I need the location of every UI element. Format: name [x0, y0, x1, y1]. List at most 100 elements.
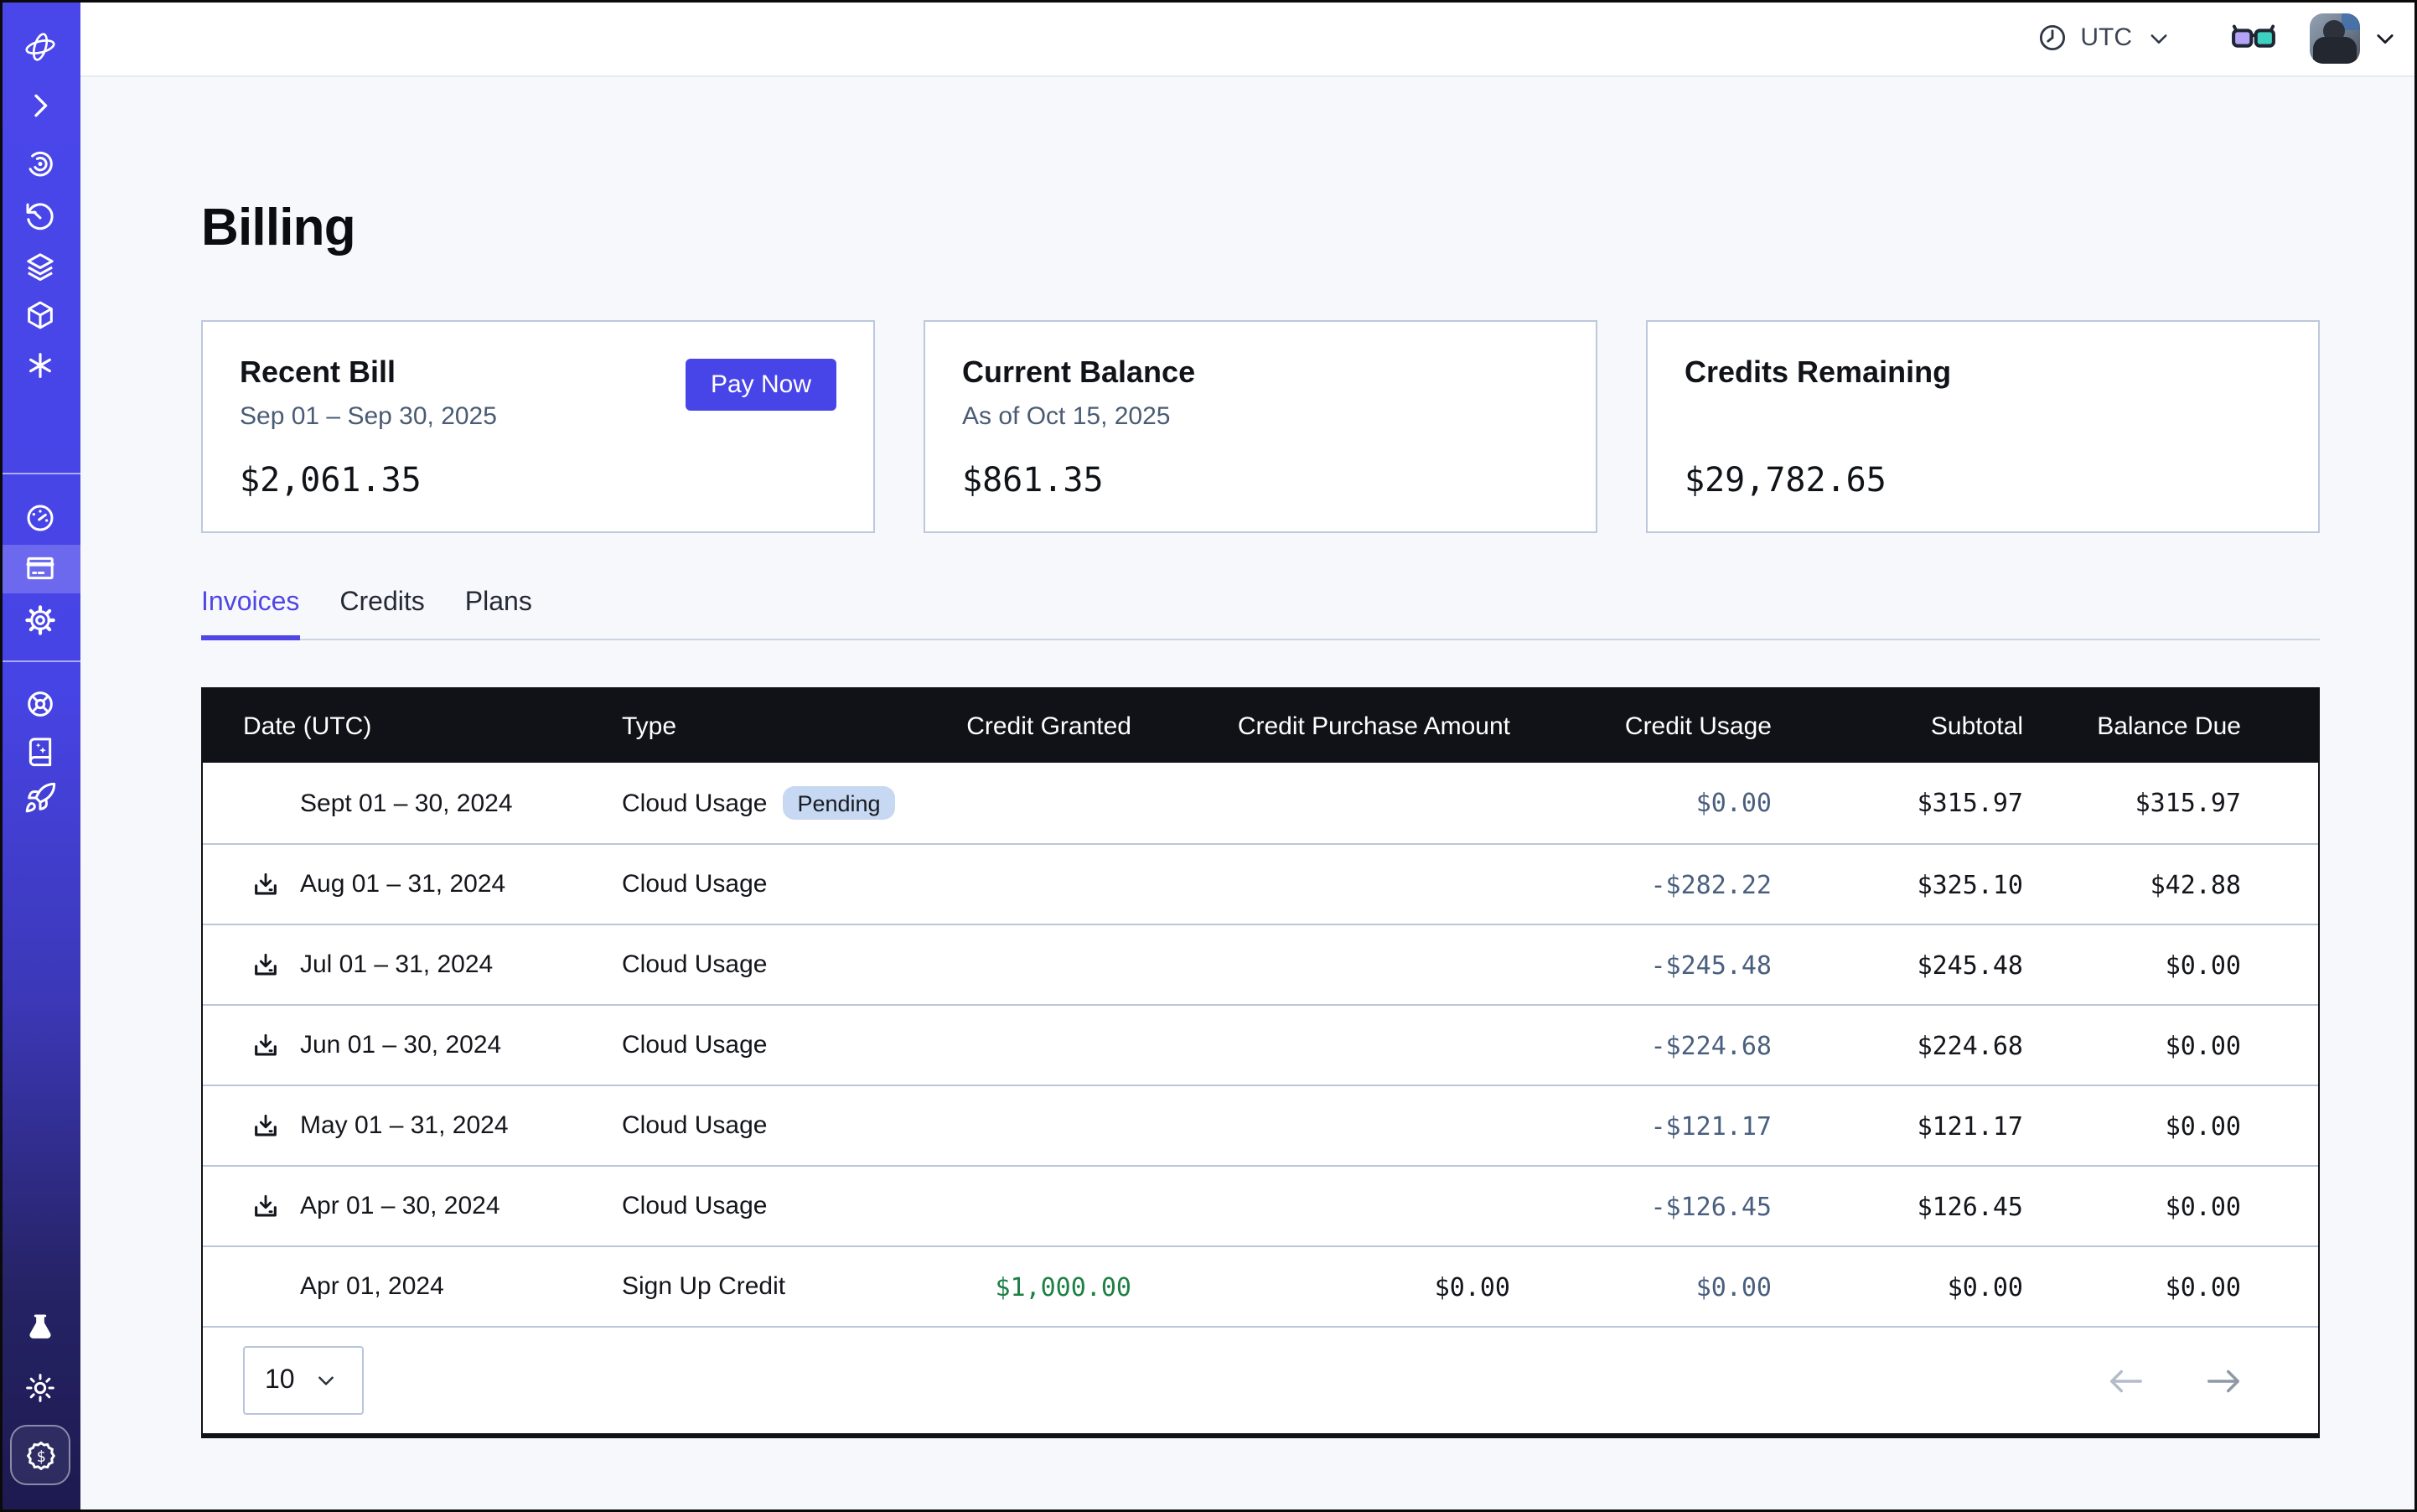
- page-size-select[interactable]: 10: [243, 1346, 364, 1415]
- sun-icon[interactable]: [23, 1371, 57, 1405]
- asterisk-icon[interactable]: [23, 349, 57, 382]
- table-row[interactable]: Jul 01 – 31, 2024 Cloud Usage -$245.48 $…: [203, 924, 2318, 1004]
- billing-tabs: Invoices Credits Plans: [201, 588, 2320, 640]
- credit-usage-value: -$224.68: [1510, 1030, 1772, 1060]
- card-subtitle: [1685, 402, 2281, 432]
- subtotal-value: $315.97: [1772, 788, 2023, 818]
- invoice-date-cell: Apr 01 – 30, 2024: [243, 1192, 622, 1220]
- balance-due-value: $0.00: [2023, 1191, 2241, 1221]
- download-invoice-icon[interactable]: [251, 1111, 280, 1140]
- table-row[interactable]: Aug 01 – 31, 2024 Cloud Usage -$282.22 $…: [203, 843, 2318, 924]
- topbar: UTC: [80, 0, 2417, 77]
- invoice-type: Cloud Usage: [622, 1111, 767, 1140]
- invoice-type: Cloud Usage: [622, 950, 767, 979]
- invoice-type-cell: Cloud Usage: [622, 1192, 907, 1220]
- invoice-type: Cloud Usage: [622, 1031, 767, 1059]
- sidebar-divider: [0, 473, 80, 474]
- svg-text:$: $: [35, 1447, 44, 1465]
- card-title: Credits Remaining: [1685, 355, 2281, 391]
- next-page-arrow-icon[interactable]: [2204, 1367, 2243, 1394]
- balance-due-value: $0.00: [2023, 1111, 2241, 1141]
- tab-invoices[interactable]: Invoices: [201, 588, 299, 639]
- settings-gear-icon[interactable]: [23, 603, 57, 637]
- pagination-arrows: [2107, 1367, 2243, 1394]
- pay-now-button[interactable]: Pay Now: [686, 359, 836, 411]
- card-subtitle: As of Oct 15, 2025: [962, 402, 1559, 432]
- credit-usage-value: -$121.17: [1510, 1111, 1772, 1141]
- download-invoice-icon[interactable]: [251, 870, 280, 898]
- table-row[interactable]: Apr 01 – 30, 2024 Cloud Usage -$126.45 $…: [203, 1165, 2318, 1245]
- orbit-logo-icon[interactable]: [23, 30, 57, 64]
- invoice-date-cell: Jun 01 – 30, 2024: [243, 1031, 622, 1059]
- balance-due-value: $0.00: [2023, 1030, 2241, 1060]
- table-body: Sept 01 – 30, 2024 Cloud Usage Pending $…: [203, 763, 2318, 1326]
- invoice-date: May 01 – 31, 2024: [300, 1111, 509, 1140]
- page-title: Billing: [201, 77, 2417, 260]
- goggles-icon[interactable]: [2231, 21, 2276, 54]
- invoice-date: Sept 01 – 30, 2024: [300, 789, 513, 817]
- history-rewind-icon[interactable]: [23, 201, 57, 235]
- timezone-selector[interactable]: UTC: [2037, 22, 2171, 54]
- download-invoice-icon[interactable]: [251, 950, 280, 979]
- recent-bill-card: Recent Bill Sep 01 – Sep 30, 2025 $2,061…: [201, 320, 875, 533]
- invoice-type: Cloud Usage: [622, 1192, 767, 1220]
- subtotal-value: $121.17: [1772, 1111, 2023, 1141]
- col-type: Type: [622, 712, 907, 740]
- download-invoice-icon[interactable]: [251, 1192, 280, 1220]
- flask-icon[interactable]: [23, 1311, 57, 1344]
- credit-usage-value: -$245.48: [1510, 950, 1772, 980]
- sidebar-expand-chevron-icon[interactable]: [23, 89, 57, 122]
- invoice-date-cell: May 01 – 31, 2024: [243, 1111, 622, 1140]
- invoice-date-cell: Aug 01 – 31, 2024: [243, 870, 622, 898]
- clock-icon: [2037, 22, 2068, 54]
- table-header: Date (UTC) Type Credit Granted Credit Pu…: [203, 689, 2318, 763]
- invoice-type-cell: Cloud Usage: [622, 870, 907, 898]
- layers-icon[interactable]: [23, 250, 57, 283]
- col-date: Date (UTC): [243, 712, 622, 740]
- chevron-down-icon[interactable]: [2373, 26, 2397, 49]
- credit-purchase-value: $0.00: [1131, 1271, 1510, 1302]
- support-wheel-icon[interactable]: [23, 687, 57, 721]
- cube-icon[interactable]: [23, 298, 57, 332]
- invoice-date: Apr 01, 2024: [300, 1272, 444, 1301]
- tab-plans[interactable]: Plans: [465, 588, 532, 639]
- balance-due-value: $315.97: [2023, 788, 2241, 818]
- col-subtotal: Subtotal: [1772, 712, 2023, 740]
- invoice-type-cell: Cloud Usage: [622, 950, 907, 979]
- invoices-table: Date (UTC) Type Credit Granted Credit Pu…: [201, 687, 2320, 1438]
- status-badge: Pending: [782, 786, 895, 820]
- billing-card-icon[interactable]: [23, 551, 57, 585]
- credit-usage-value: -$282.22: [1510, 869, 1772, 899]
- invoice-type-cell: Cloud Usage Pending: [622, 786, 907, 820]
- credits-badge-button[interactable]: $: [10, 1425, 70, 1485]
- card-title: Current Balance: [962, 355, 1559, 391]
- invoice-date: Apr 01 – 30, 2024: [300, 1192, 500, 1220]
- subtotal-value: $325.10: [1772, 869, 2023, 899]
- card-amount: $29,782.65: [1685, 459, 2281, 500]
- chevron-down-icon: [315, 1370, 337, 1391]
- balance-due-value: $0.00: [2023, 1271, 2241, 1302]
- docs-book-icon[interactable]: [23, 734, 57, 768]
- download-invoice-icon[interactable]: [251, 1031, 280, 1059]
- subtotal-value: $126.45: [1772, 1191, 2023, 1221]
- tab-credits[interactable]: Credits: [339, 588, 424, 639]
- app-window: $ UTC Billing: [0, 0, 2417, 1512]
- balance-due-value: $42.88: [2023, 869, 2241, 899]
- table-row[interactable]: Apr 01, 2024 Sign Up Credit $1,000.00 $0…: [203, 1245, 2318, 1326]
- rocket-icon[interactable]: [23, 781, 57, 815]
- invoice-date-cell: Apr 01, 2024: [243, 1272, 622, 1301]
- invoice-type-cell: Sign Up Credit: [622, 1272, 907, 1301]
- prev-page-arrow-icon[interactable]: [2107, 1367, 2145, 1394]
- user-avatar[interactable]: [2310, 13, 2360, 63]
- invoice-type-cell: Cloud Usage: [622, 1111, 907, 1140]
- card-amount: $2,061.35: [240, 459, 836, 500]
- table-row[interactable]: Jun 01 – 30, 2024 Cloud Usage -$224.68 $…: [203, 1004, 2318, 1085]
- balance-due-value: $0.00: [2023, 950, 2241, 980]
- gauge-icon[interactable]: [23, 501, 57, 535]
- sidebar-divider: [0, 660, 80, 662]
- table-row[interactable]: May 01 – 31, 2024 Cloud Usage -$121.17 $…: [203, 1085, 2318, 1165]
- table-row[interactable]: Sept 01 – 30, 2024 Cloud Usage Pending $…: [203, 763, 2318, 843]
- trace-target-icon[interactable]: [23, 146, 57, 179]
- invoice-date-cell: Sept 01 – 30, 2024: [243, 789, 622, 817]
- chevron-down-icon: [2147, 26, 2171, 49]
